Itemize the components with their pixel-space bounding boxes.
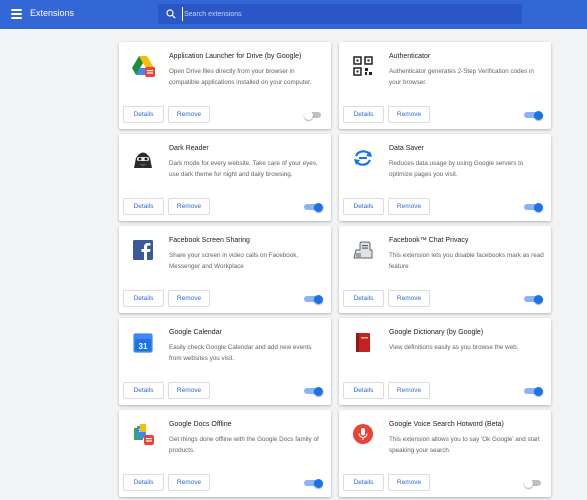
google-docs-icon xyxy=(134,424,154,445)
remove-button[interactable]: Remove xyxy=(168,198,210,215)
enable-toggle[interactable] xyxy=(304,110,323,120)
remove-button[interactable]: Remove xyxy=(168,382,210,399)
extension-name: Google Voice Search Hotword (Beta) xyxy=(389,421,504,428)
extension-description: This extension allows you to say 'Ok Goo… xyxy=(389,436,540,455)
extension-description: View definitions easily as you browse th… xyxy=(389,344,519,351)
details-button[interactable]: Details xyxy=(123,106,164,123)
extension-name: Dark Reader xyxy=(169,145,209,152)
top-bar: Extensions xyxy=(0,0,587,29)
extension-name: Facebook™ Chat Privacy xyxy=(389,237,469,244)
extension-name: Authenticator xyxy=(389,53,431,60)
extension-card: Facebook™ Chat Privacy This extension le… xyxy=(339,226,551,313)
extension-card: Facebook Screen Sharing Share your scree… xyxy=(119,226,331,313)
details-button[interactable]: Details xyxy=(123,382,164,399)
qr-code-icon xyxy=(353,56,373,76)
svg-text:31: 31 xyxy=(139,342,148,351)
details-button[interactable]: Details xyxy=(123,474,164,491)
extension-name: Facebook Screen Sharing xyxy=(169,237,250,244)
microphone-icon xyxy=(353,424,373,444)
extension-name: Google Dictionary (by Google) xyxy=(389,329,484,336)
enable-toggle[interactable] xyxy=(524,386,543,396)
extension-card: 31 Google Calendar Easily check Google C… xyxy=(119,318,331,405)
extension-card: Authenticator Authenticator generates 2-… xyxy=(339,42,551,129)
enable-toggle[interactable] xyxy=(304,478,323,488)
extension-description: Share your screen in video calls on Face… xyxy=(169,252,299,271)
details-button[interactable]: Details xyxy=(343,198,384,215)
extension-description: Dark mode for every website. Take care o… xyxy=(169,160,318,179)
search-icon xyxy=(166,9,176,19)
remove-button[interactable]: Remove xyxy=(388,290,430,307)
enable-toggle[interactable] xyxy=(304,386,323,396)
extension-name: Application Launcher for Drive (by Googl… xyxy=(169,53,302,60)
google-drive-icon xyxy=(132,56,155,77)
extension-card: Google Voice Search Hotword (Beta) This … xyxy=(339,410,551,497)
details-button[interactable]: Details xyxy=(343,106,384,123)
extension-card: Dark Reader Dark mode for every website.… xyxy=(119,134,331,221)
search-box[interactable] xyxy=(158,4,522,24)
details-button[interactable]: Details xyxy=(123,290,164,307)
menu-icon[interactable] xyxy=(11,9,22,19)
enable-toggle[interactable] xyxy=(524,294,543,304)
remove-button[interactable]: Remove xyxy=(388,106,430,123)
extension-name: Google Calendar xyxy=(169,329,222,336)
facebook-icon xyxy=(133,240,153,260)
details-button[interactable]: Details xyxy=(343,474,384,491)
extension-name: Data Saver xyxy=(389,145,425,152)
remove-button[interactable]: Remove xyxy=(168,474,210,491)
extension-description: This extension lets you disable facebook… xyxy=(389,252,544,271)
enable-toggle[interactable] xyxy=(524,110,543,120)
extension-description: Authenticator generates 2-Step Verificat… xyxy=(389,68,534,87)
enable-toggle[interactable] xyxy=(524,202,543,212)
chat-privacy-icon xyxy=(353,241,373,259)
extension-description: Open Drive files directly from your brow… xyxy=(169,68,312,87)
extension-card: Data Saver Reduces data usage by using G… xyxy=(339,134,551,221)
remove-button[interactable]: Remove xyxy=(168,290,210,307)
extension-description: Easily check Google Calendar and add new… xyxy=(169,344,312,363)
details-button[interactable]: Details xyxy=(343,382,384,399)
google-calendar-icon: 31 xyxy=(133,333,153,353)
remove-button[interactable]: Remove xyxy=(388,198,430,215)
remove-button[interactable]: Remove xyxy=(168,106,210,123)
extension-description: Reduces data usage by using Google serve… xyxy=(389,160,524,179)
enable-toggle[interactable] xyxy=(524,478,543,488)
enable-toggle[interactable] xyxy=(304,202,323,212)
extension-card: Google Dictionary (by Google) View defin… xyxy=(339,318,551,405)
details-button[interactable]: Details xyxy=(123,198,164,215)
details-button[interactable]: Details xyxy=(343,290,384,307)
extension-name: Google Docs Offline xyxy=(169,421,232,428)
dark-reader-icon xyxy=(134,152,152,168)
extension-card: Application Launcher for Drive (by Googl… xyxy=(119,42,331,129)
remove-button[interactable]: Remove xyxy=(388,474,430,491)
page-title: Extensions xyxy=(30,8,75,18)
enable-toggle[interactable] xyxy=(304,294,323,304)
data-saver-icon xyxy=(354,150,372,166)
extension-card: Google Docs Offline Get things done offl… xyxy=(119,410,331,497)
dictionary-book-icon xyxy=(356,333,370,352)
remove-button[interactable]: Remove xyxy=(388,382,430,399)
extension-description: Get things done offline with the Google … xyxy=(169,436,319,455)
search-input[interactable] xyxy=(182,7,512,21)
